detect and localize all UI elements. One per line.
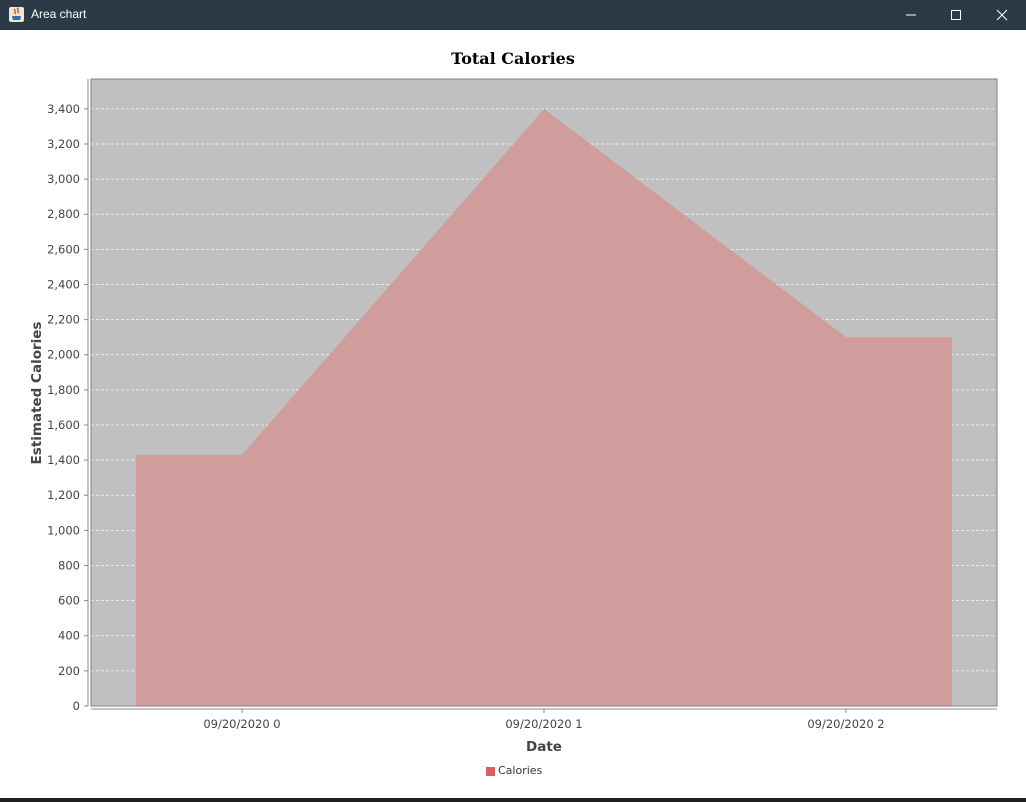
legend-swatch: [486, 767, 495, 776]
y-tick-label: 1,200: [47, 488, 80, 502]
y-tick-label: 1,400: [47, 453, 80, 467]
y-tick-label: 2,400: [47, 277, 80, 291]
y-tick-label: 1,000: [47, 523, 80, 537]
window-title: Area chart: [31, 7, 87, 21]
y-tick-label: 2,200: [47, 313, 80, 327]
y-tick-label: 3,000: [47, 172, 80, 186]
close-button[interactable]: [979, 0, 1025, 30]
x-tick-label: 09/20/2020 1: [505, 717, 582, 731]
y-tick-label: 2,600: [47, 242, 80, 256]
maximize-button[interactable]: [933, 0, 979, 30]
y-tick-label: 1,600: [47, 418, 80, 432]
java-app-icon: [9, 7, 24, 22]
legend-label: Calories: [498, 764, 543, 777]
y-tick-label: 3,200: [47, 137, 80, 151]
close-icon: [996, 9, 1008, 21]
area-chart: Total Calories 0 200 400 600 800 1,000 1,200 1,4…: [29, 49, 998, 755]
minimize-icon: [906, 14, 916, 16]
y-tick-label: 600: [58, 594, 80, 608]
window-bottom-edge: [0, 798, 1026, 802]
y-tick-label: 800: [58, 558, 80, 572]
y-tick-label: 1,800: [47, 383, 80, 397]
x-tick-label: 09/20/2020 2: [807, 717, 884, 731]
y-tick-label: 2,000: [47, 348, 80, 362]
y-tick-label: 3,400: [47, 102, 80, 116]
minimize-button[interactable]: [888, 0, 934, 30]
title-bar[interactable]: Area chart: [0, 0, 1026, 30]
y-tick-label: 2,800: [47, 207, 80, 221]
app-window: Area chart Total Calories 0 200 400 600 800 1,…: [0, 0, 1026, 802]
y-tick-label: 0: [73, 699, 80, 713]
x-axis-label: Date: [526, 739, 562, 755]
y-tick-label: 400: [58, 629, 80, 643]
y-axis-label: Estimated Calories: [29, 322, 45, 465]
chart-title: Total Calories: [451, 49, 575, 68]
maximize-icon: [951, 10, 961, 20]
x-tick-label: 09/20/2020 0: [203, 717, 280, 731]
y-tick-label: 200: [58, 664, 80, 678]
